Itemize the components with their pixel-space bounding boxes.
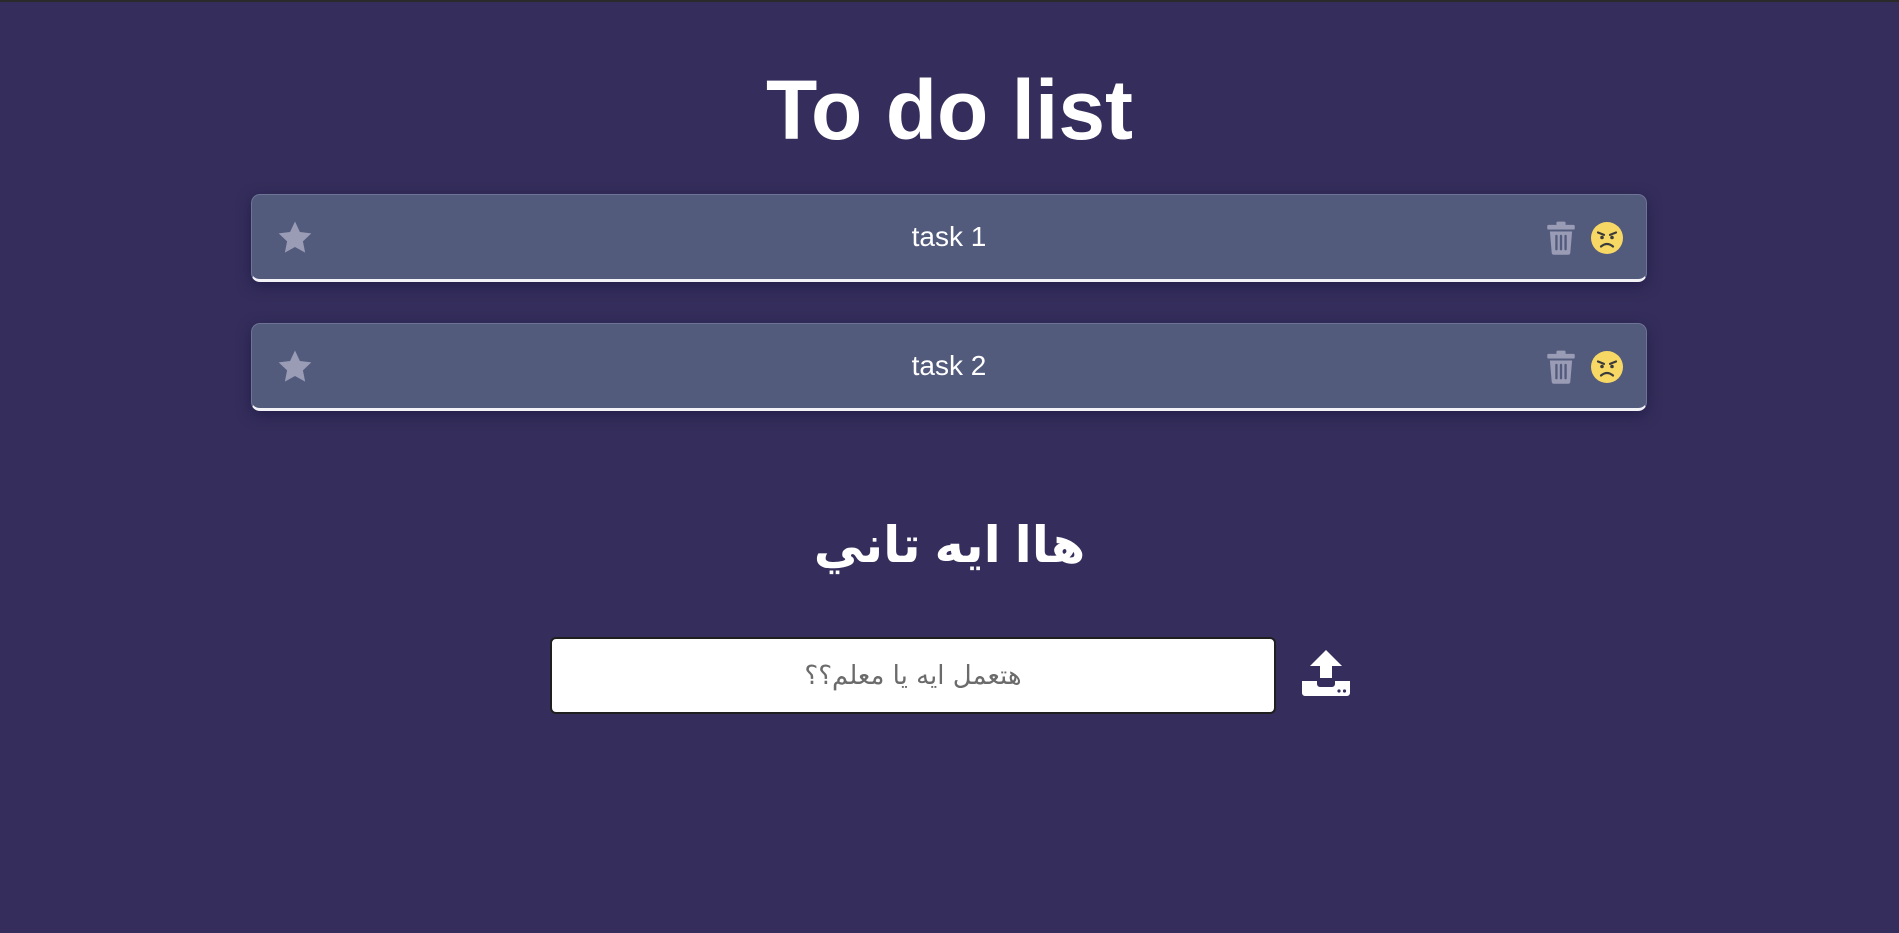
angry-face-icon [1591,351,1623,383]
task-item: task 2 [251,323,1647,411]
new-task-heading: هاا ايه تاني [813,517,1086,573]
task-label: task 2 [911,350,987,381]
task-item: task 1 [251,194,1647,282]
angry-face-icon [1591,222,1623,254]
new-task-input[interactable] [550,637,1276,714]
trash-icon[interactable] [1546,221,1576,255]
page-title: To do list [765,63,1134,157]
window-top-edge [0,0,1899,2]
trash-icon[interactable] [1546,350,1576,384]
task-label: task 1 [911,221,987,252]
upload-icon[interactable] [1300,648,1352,698]
